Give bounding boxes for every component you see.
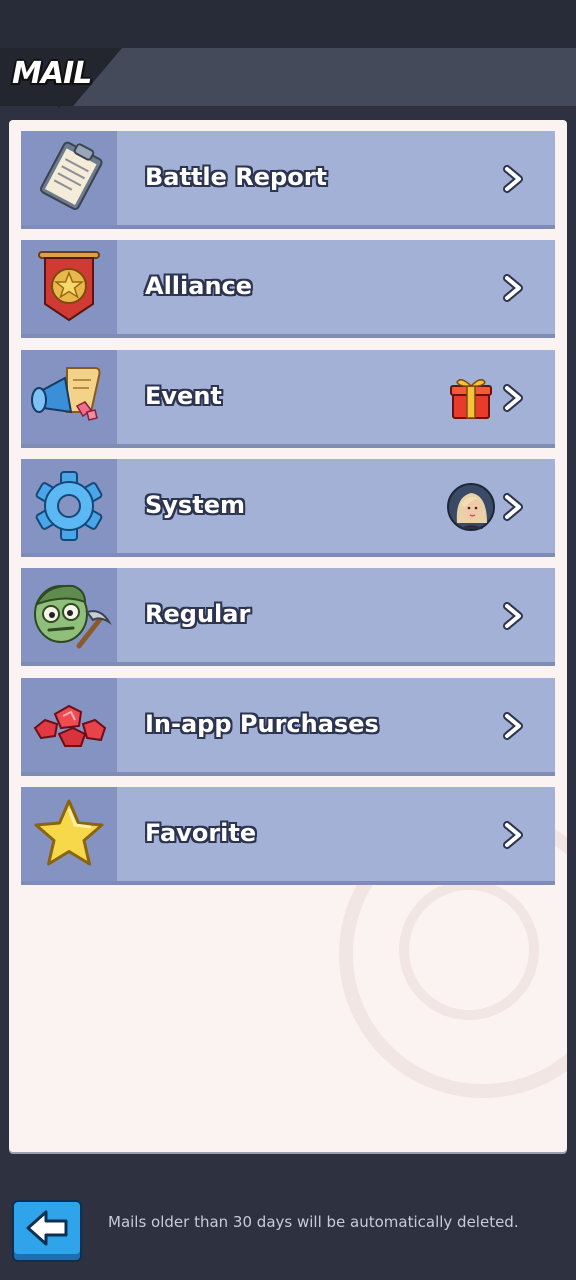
chevron-right-icon	[503, 384, 523, 412]
mail-header: MAIL	[0, 48, 576, 108]
row-icon-box	[21, 568, 117, 662]
chevron-right-icon	[503, 493, 523, 521]
page-title: MAIL	[12, 56, 92, 91]
mail-row-favorite[interactable]: Favorite	[21, 787, 555, 885]
row-icon-box	[21, 459, 117, 553]
mail-row-in-app-purchases[interactable]: In-app Purchases	[21, 678, 555, 776]
chevron-right-icon	[503, 602, 523, 630]
row-label: Alliance	[145, 272, 253, 300]
auto-delete-notice: Mails older than 30 days will be automat…	[108, 1213, 519, 1231]
mail-row-event[interactable]: Event	[21, 350, 555, 448]
mail-row-system[interactable]: System	[21, 459, 555, 557]
gear-icon	[35, 471, 103, 541]
gift-box-icon	[450, 379, 492, 419]
row-icon-box	[21, 350, 117, 444]
chevron-right-icon	[503, 165, 523, 193]
row-icon-box	[21, 240, 117, 334]
avatar-portrait	[447, 483, 495, 531]
chevron-right-icon	[503, 821, 523, 849]
mail-row-alliance[interactable]: Alliance	[21, 240, 555, 338]
watermark-emblem-inner	[399, 880, 539, 1020]
gems-icon	[33, 704, 107, 747]
row-label: Regular	[145, 600, 251, 628]
chevron-right-icon	[503, 712, 523, 740]
row-label: Favorite	[145, 819, 257, 847]
row-label: In-app Purchases	[145, 710, 379, 738]
mail-row-battle-report[interactable]: Battle Report	[21, 131, 555, 229]
megaphone-icon	[31, 367, 101, 421]
status-bar-area	[0, 0, 576, 48]
back-arrow-icon	[26, 1210, 68, 1246]
mail-category-panel: Battle Report Alliance Event System Regu…	[9, 120, 567, 1152]
mail-row-regular[interactable]: Regular	[21, 568, 555, 666]
row-label: Battle Report	[145, 163, 328, 191]
back-button[interactable]	[12, 1200, 82, 1262]
alliance-banner-icon	[38, 251, 100, 322]
zombie-head-icon	[34, 584, 112, 649]
row-label: Event	[145, 382, 222, 410]
row-icon-box	[21, 678, 117, 772]
row-icon-box	[21, 131, 117, 225]
chevron-right-icon	[503, 274, 523, 302]
clipboard-icon	[40, 141, 103, 210]
star-icon	[34, 799, 104, 866]
row-label: System	[145, 491, 245, 519]
row-icon-box	[21, 787, 117, 881]
